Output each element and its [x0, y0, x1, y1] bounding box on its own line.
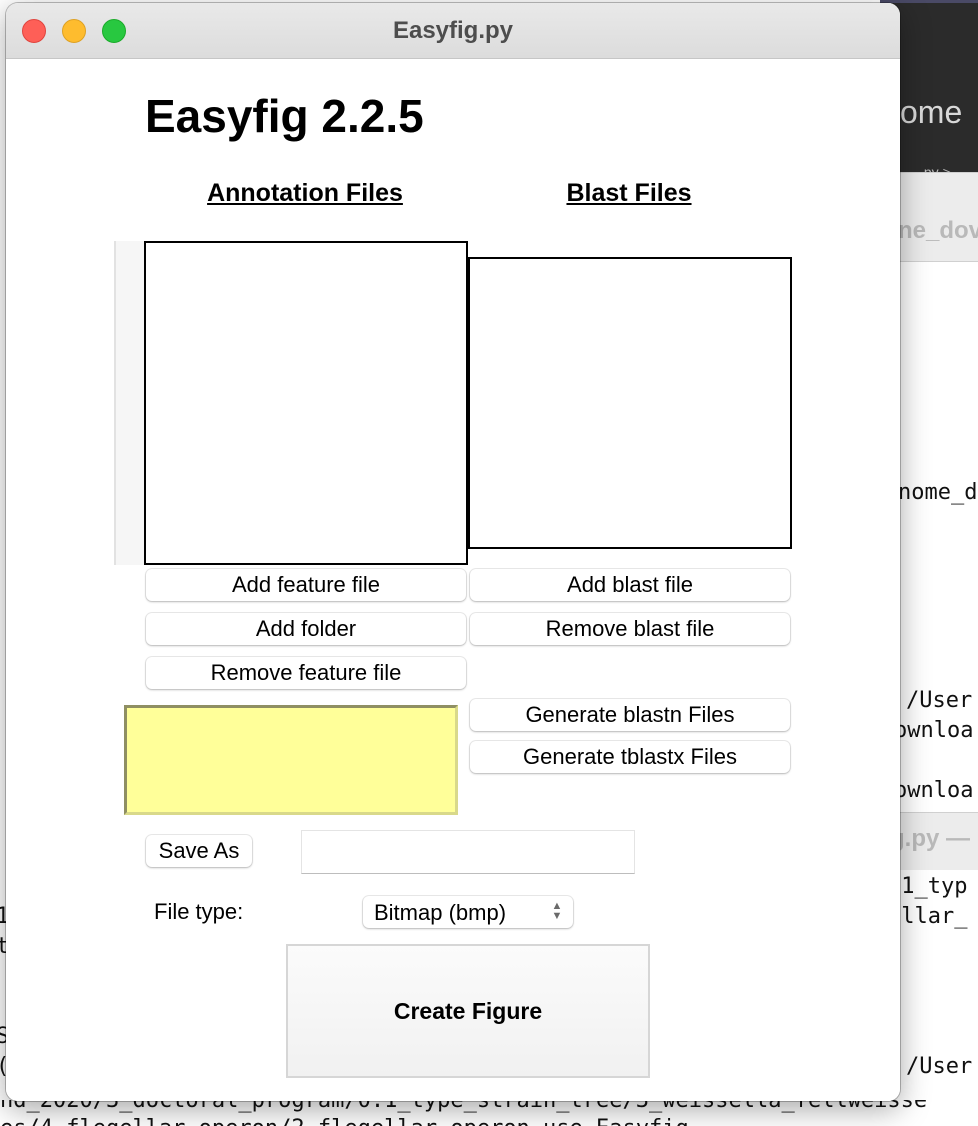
up-down-chevron-icon: ▲ ▼ [551, 900, 563, 922]
file-type-label: File type: [154, 899, 244, 924]
terminal-line: /User [906, 1054, 973, 1079]
create-figure-button[interactable]: Create Figure [286, 944, 650, 1078]
add-feature-file-button[interactable]: Add feature file [146, 569, 466, 601]
window-content: Easyfig 2.2.5 Annotation Files Blast Fil… [6, 59, 900, 1101]
background-editor-text: ome [900, 94, 963, 130]
background-terminal-bottom: hd_2020/3_doctoral_program/0.1_type_stra… [0, 1100, 978, 1126]
terminal-line: nome_d [898, 480, 978, 505]
window-title: Easyfig.py [392, 17, 514, 44]
terminal-line: /User [906, 688, 973, 713]
background-window-title: ne_dov [898, 217, 978, 244]
save-as-input[interactable] [301, 830, 635, 874]
status-log-area [124, 705, 458, 815]
annotation-files-heading: Annotation Files [207, 179, 403, 207]
window-titlebar[interactable]: Easyfig.py [6, 3, 900, 59]
generate-tblastx-files-button[interactable]: Generate tblastx Files [470, 741, 790, 773]
app-title: Easyfig 2.2.5 [145, 90, 424, 142]
file-type-select[interactable]: Bitmap (bmp) ▲ ▼ [363, 896, 573, 928]
terminal-path-line: hd_2020/3_doctoral_program/0.1_type_stra… [0, 1100, 928, 1113]
annotation-files-listbox[interactable] [144, 241, 468, 565]
add-blast-file-button[interactable]: Add blast file [470, 569, 790, 601]
terminal-line: ownloa [894, 718, 974, 743]
generate-blastn-files-button[interactable]: Generate blastn Files [470, 699, 790, 731]
file-type-selected-value: Bitmap (bmp) [374, 900, 507, 925]
blast-files-listbox[interactable] [468, 257, 792, 549]
blast-files-heading: Blast Files [566, 179, 692, 207]
terminal-line: ownloa [894, 778, 974, 803]
annotation-list-scrollbar[interactable] [114, 241, 144, 565]
save-as-button[interactable]: Save As [146, 835, 252, 867]
easyfig-window: Easyfig.py Easyfig 2.2.5 Annotation File… [6, 3, 900, 1101]
background-window-title-2: g.py — [890, 825, 971, 852]
add-folder-button[interactable]: Add folder [146, 613, 466, 645]
remove-feature-file-button[interactable]: Remove feature file [146, 657, 466, 689]
remove-blast-file-button[interactable]: Remove blast file [470, 613, 790, 645]
terminal-path-line: es/4_flegellar_operon/2_flegellar_operon… [0, 1116, 689, 1126]
